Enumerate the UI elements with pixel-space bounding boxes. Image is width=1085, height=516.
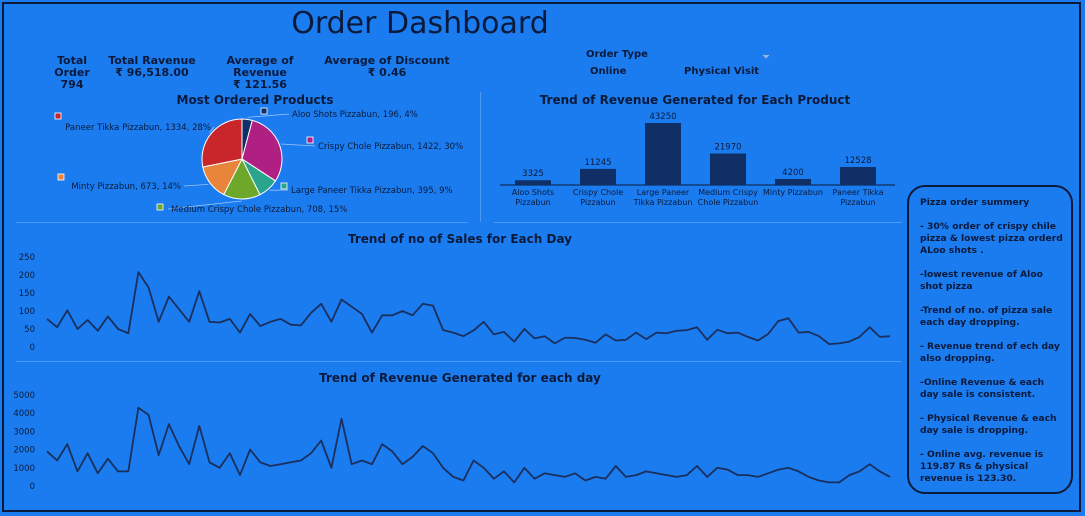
bar [840,167,876,185]
slicer-title: Order Type [586,49,648,60]
y-tick-label: 0 [30,482,35,492]
bar-category-label: Large Paneer Tikka Pizzabun [633,188,693,207]
page-title: Order Dashboard [291,6,549,41]
y-tick-label: 3000 [13,427,35,437]
summary-box: Pizza order summery - 30% order of crisp… [907,185,1073,494]
summary-item: - Online avg. revenue is 119.87 Rs & phy… [920,449,1044,484]
bar-category-label: Medium Crispy Chole Pizzabun [698,188,759,207]
pie-leader-line [247,113,290,118]
sales-line-chart: 0 50 100 150 200 250 [19,253,891,353]
bar-data-label: 43250 [649,112,676,122]
pie-chart: Aloo Shots Pizzabun, 196, 4% Crispy Chole… [54,107,463,215]
kpi-label: Total Order [54,54,90,79]
y-tick-label: 5000 [13,391,35,401]
pie-legend-marker [280,182,288,190]
revenue-line-chart-title: Trend of Revenue Generated for each day [319,371,601,385]
bar-category-label: Aloo Shots Pizzabun [512,188,554,207]
bar-data-label: 4200 [782,168,804,178]
pie-legend-marker [306,136,314,144]
pie-legend-marker [156,203,164,211]
divider [480,92,481,222]
bar [710,153,746,185]
y-tick-label: 2000 [13,446,35,456]
kpi-label: Average of Revenue [226,54,294,79]
pie-data-label: Paneer Tikka Pizzabun, 1334, 28% [65,123,211,133]
divider [494,222,902,223]
clear-filter-icon[interactable]: ⏷ [762,52,770,63]
y-tick-label: 250 [19,253,35,263]
kpi-value: ₹ 0.46 [367,66,407,79]
pie-legend-marker [57,173,65,181]
kpi-total-order: Total Order 794 [38,55,106,91]
slicer-option-online[interactable]: Online [590,66,626,77]
pie-leader-line [281,143,316,147]
pie-data-label: Medium Crispy Chole Pizzabun, 708, 15% [171,205,347,215]
bar [775,178,811,185]
bar-data-label: 12528 [844,156,871,166]
pie-legend-marker [260,107,268,115]
summary-item: -Trend of no. of pizza sale each day dro… [920,305,1053,328]
y-tick-label: 0 [30,343,35,353]
summary-item: - Physical Revenue & each day sale is dr… [920,413,1057,436]
slicer-option-physical-visit[interactable]: Physical Visit [684,66,759,77]
revenue-line-chart: 0 1000 2000 3000 4000 5000 [13,391,891,492]
bar [515,180,551,185]
pie-data-label: Minty Pizzabun, 673, 14% [71,182,181,192]
y-tick-label: 150 [19,289,35,299]
summary-title: Pizza order summery [920,197,1030,208]
sales-chart-title: Trend of no of Sales for Each Day [348,232,572,246]
bar-category-label: Minty Pizzabun [763,188,823,197]
y-tick-label: 50 [24,325,35,335]
summary-item: - 30% order of crispy chile pizza & lowe… [920,221,1063,256]
summary-item: - Revenue trend of ech day also dropping… [920,341,1060,364]
bar-data-label: 21970 [714,143,741,153]
bar [580,168,616,185]
pie-data-label: Aloo Shots Pizzabun, 196, 4% [292,110,418,120]
summary-item: -lowest revenue of Aloo shot pizza [920,269,1043,292]
y-tick-label: 1000 [13,464,35,474]
kpi-total-revenue: Total Ravenue ₹ 96,518.00 [108,55,196,79]
bar-category-label: Crispy Chole Pizzabun [573,188,623,207]
kpi-value: ₹ 96,518.00 [115,66,189,79]
bar-data-label: 3325 [522,169,544,179]
kpi-value: ₹ 121.56 [233,78,287,91]
pie-data-label: Crispy Chole Pizzabun, 1422, 30% [318,142,463,152]
y-tick-label: 4000 [13,409,35,419]
bar-category-label: Paneer Tikka Pizzabun [832,188,883,207]
kpi-value: 794 [60,78,84,91]
pie-data-label: Large Paneer Tikka Pizzabun, 395, 9% [291,186,453,196]
kpi-average-discount: Average of Discount ₹ 0.46 [324,55,450,79]
series-line [46,271,891,345]
y-tick-label: 100 [19,307,35,317]
pie-leader-line [183,183,209,187]
bar-chart: 3325 11245 43250 21970 4200 12528 Aloo Shots Pi… [500,112,895,207]
bar-data-label: 11245 [584,158,611,168]
y-tick-label: 200 [19,271,35,281]
summary-item: -Online Revenue & each day sale is consi… [920,377,1045,400]
divider [16,361,901,362]
bar [645,123,681,185]
kpi-average-revenue: Average of Revenue ₹ 121.56 [198,55,322,91]
series-line [46,406,891,484]
pie-legend-marker [54,112,62,120]
